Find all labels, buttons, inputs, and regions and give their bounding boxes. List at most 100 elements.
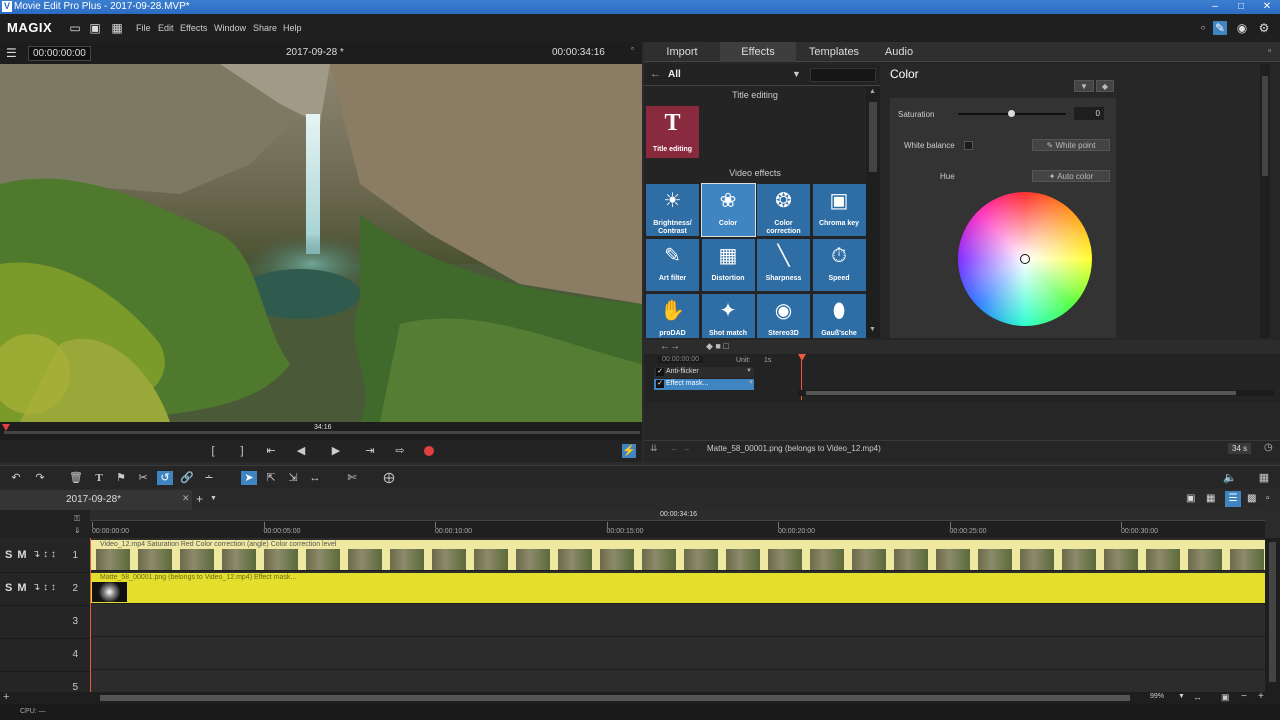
tab-audio[interactable]: Audio	[872, 42, 926, 62]
detach-icon[interactable]: ▫	[631, 44, 634, 53]
solo-mute-controls[interactable]: S M	[5, 582, 28, 594]
checkbox[interactable]: ✓	[656, 380, 664, 388]
maximize-button[interactable]: □	[1228, 0, 1254, 14]
close-button[interactable]: ✕	[1254, 0, 1280, 14]
minimize-button[interactable]: –	[1202, 0, 1228, 14]
effect-tile-stereo3d[interactable]: ◉ Stereo3D	[757, 294, 810, 338]
menu-help[interactable]: Help	[283, 23, 302, 33]
effects-search-input[interactable]	[810, 68, 876, 82]
effect-row-effect-mask[interactable]: ✓ Effect mask...	[654, 379, 754, 390]
track-3[interactable]	[90, 604, 1265, 637]
effect-timeline-scrollbar[interactable]	[798, 390, 1274, 396]
title-editing-tile[interactable]: T Title editing	[646, 106, 699, 158]
play-icon[interactable]: ▶	[329, 444, 343, 458]
gear-icon[interactable]: ⚙	[1257, 21, 1271, 35]
previous-frame-icon[interactable]: ◀	[294, 444, 308, 458]
new-file-icon[interactable]: ▭	[68, 21, 82, 35]
open-folder-icon[interactable]: ▣	[88, 21, 102, 35]
scrubber-track[interactable]	[4, 431, 640, 434]
white-point-button[interactable]: ✎ White point	[1032, 139, 1110, 151]
storyboard-icon[interactable]: ▩	[1247, 493, 1256, 504]
chevron-down-icon[interactable]: ▼	[792, 69, 801, 79]
effect-tile-chroma-key[interactable]: ▣ Chroma key	[812, 184, 866, 236]
go-to-end-icon[interactable]: ⇨	[393, 444, 407, 458]
effect-tile-color[interactable]: ❀ Color	[700, 183, 756, 237]
zoom-out-icon[interactable]: −	[1241, 691, 1247, 702]
track-header-1[interactable]: S M ↴ ↕ ↕ 1	[0, 540, 90, 573]
zoom-dropdown-icon[interactable]: ▼	[1178, 693, 1185, 700]
arrows-icon[interactable]: ←→	[660, 341, 680, 352]
effect-tile-color-correction[interactable]: ❂ Color correction	[757, 184, 810, 236]
auto-color-button[interactable]: ✦ Auto color	[1032, 170, 1110, 182]
mixer-icon[interactable]: ▦	[1256, 471, 1272, 485]
redo-icon[interactable]: ↷	[32, 471, 48, 485]
menu-window[interactable]: Window	[214, 23, 246, 33]
back-icon[interactable]: ← →	[670, 443, 691, 453]
view-mode-1-icon[interactable]: ▣	[1186, 493, 1195, 504]
effect-timecode[interactable]: 00:00:00:00	[658, 356, 703, 363]
undo-icon[interactable]: ↶	[8, 471, 24, 485]
timeline-horizontal-scrollbar[interactable]: + 99% ▼ ↔ ▣ − +	[0, 691, 1280, 704]
multi-select-icon[interactable]: ⇲	[285, 471, 301, 485]
timeline-ruler[interactable]: 00:00:34:16 00:00:00:00 00:00:05:00 00:00:…	[90, 510, 1265, 538]
fit-width-icon[interactable]: ↔	[1193, 692, 1202, 702]
effect-playhead[interactable]	[798, 354, 806, 361]
unlink-icon[interactable]: ∸	[201, 471, 217, 485]
tab-import[interactable]: Import	[644, 42, 720, 62]
cut-tool-icon[interactable]: ✄	[344, 471, 360, 485]
lock-icon[interactable]: ⚿	[74, 514, 80, 524]
link-icon[interactable]: 🔗	[179, 471, 195, 485]
pointer-tool-icon[interactable]: ➤	[241, 471, 257, 485]
range-tool-icon[interactable]: ⇱	[263, 471, 279, 485]
video-clip[interactable]: Video_12.mp4 Saturation Red Color correc…	[90, 540, 1265, 570]
effect-tile-brightness-contrast[interactable]: ☀ Brightness/ Contrast	[646, 184, 699, 236]
zoom-in-icon[interactable]: +	[1258, 691, 1264, 702]
effect-tile-prodad[interactable]: ✋ proDAD	[646, 294, 699, 338]
preset-dropdown-icon[interactable]: ▼	[1074, 80, 1094, 92]
effect-tile-gau-sche[interactable]: ⬮ Gauß'sche	[812, 294, 866, 338]
insert-icon[interactable]: ⨁	[381, 471, 397, 485]
hue-picker-handle[interactable]	[1020, 254, 1030, 264]
tab-templates[interactable]: Templates	[796, 42, 872, 62]
clock-icon[interactable]: ◷	[1264, 442, 1273, 453]
project-tab[interactable]: 2017-09-28* ✕	[0, 490, 192, 510]
effect-tile-sharpness[interactable]: ╲ Sharpness	[757, 239, 810, 291]
effects-filter[interactable]: All	[668, 69, 681, 80]
keyframe-tools-icon[interactable]: ◆ ■ □	[706, 341, 729, 352]
effect-tile-shot-match[interactable]: ✦ Shot match	[701, 294, 755, 338]
mask-clip[interactable]: Matte_58_00001.png (belongs to Video_12.…	[90, 573, 1265, 603]
track-header-2[interactable]: S M ↴ ↕ ↕ 2	[0, 573, 90, 606]
effect-tile-distortion[interactable]: ▦ Distortion	[701, 239, 755, 291]
tracks-vertical-scrollbar[interactable]	[1265, 538, 1280, 692]
timeline-tracks[interactable]: Video_12.mp4 Saturation Red Color correc…	[90, 538, 1265, 703]
solo-mute-controls[interactable]: S M	[5, 549, 28, 561]
record-button[interactable]	[424, 446, 434, 456]
view-mode-2-icon[interactable]: ▦	[1206, 493, 1215, 504]
magnet-icon[interactable]: ⇓	[74, 526, 81, 535]
video-preview[interactable]	[0, 64, 642, 422]
effect-row-anti-flicker[interactable]: ✓ Anti-flicker ▼	[654, 367, 754, 378]
next-marker-icon[interactable]: ⇥	[363, 444, 377, 458]
tab-effects[interactable]: Effects	[720, 42, 796, 62]
title-tool-icon[interactable]: T	[91, 471, 107, 485]
menu-effects[interactable]: Effects	[180, 23, 207, 33]
menu-file[interactable]: File	[136, 23, 151, 33]
track-header-4[interactable]: 4	[0, 639, 90, 672]
scroll-thumb[interactable]	[100, 695, 1130, 701]
menu-share[interactable]: Share	[253, 23, 277, 33]
effect-tile-art-filter[interactable]: ✎ Art filter	[646, 239, 699, 291]
hamburger-menu-icon[interactable]: ☰	[6, 46, 17, 60]
playhead-marker[interactable]	[2, 424, 10, 431]
volume-icon[interactable]: 🔈	[1222, 471, 1238, 485]
timecode-left[interactable]: 00:00:00:00	[28, 46, 91, 61]
saturation-value[interactable]: 0	[1074, 107, 1104, 120]
white-balance-checkbox[interactable]	[964, 141, 973, 150]
timeline-mode-icon[interactable]: ☰	[1225, 491, 1241, 507]
saturation-slider-handle[interactable]	[1008, 110, 1015, 117]
add-track-icon[interactable]: +	[3, 691, 9, 703]
lightning-icon[interactable]: ⚡	[622, 444, 636, 458]
track-options-icon[interactable]: ↴ ↕ ↕	[32, 582, 56, 593]
add-tab-icon[interactable]: +	[196, 492, 203, 506]
effect-tile-speed[interactable]: ⏱ Speed	[812, 239, 866, 291]
mark-out-button[interactable]: ]	[235, 444, 249, 458]
